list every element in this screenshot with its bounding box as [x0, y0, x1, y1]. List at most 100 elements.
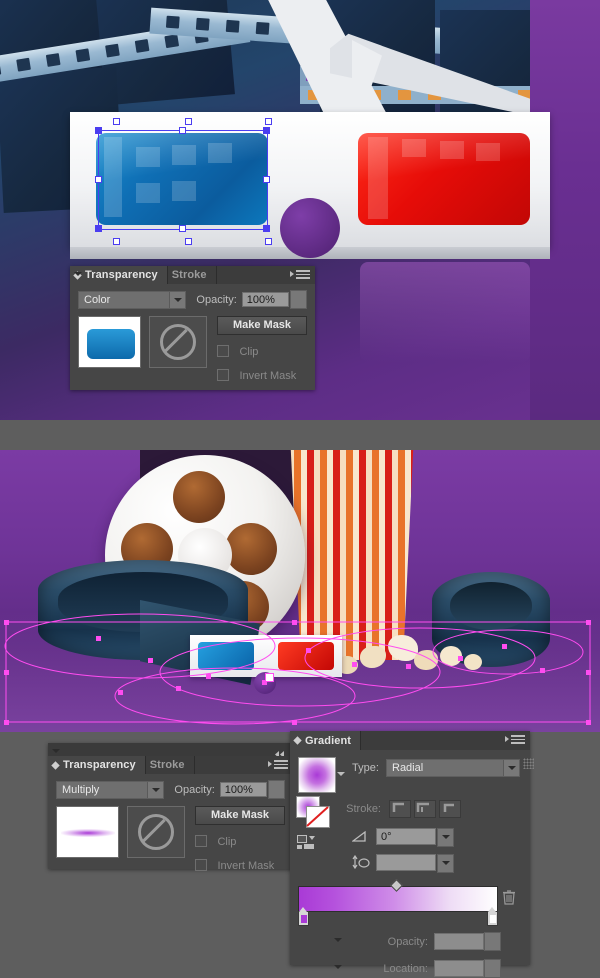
selection-handle[interactable]: [179, 225, 186, 232]
clip-checkbox[interactable]: [195, 834, 207, 847]
anchor-point: [586, 670, 591, 675]
invert-mask-checkbox[interactable]: [217, 368, 229, 381]
fill-and-stroke-indicator[interactable]: [296, 796, 330, 828]
panel-tab-bar[interactable]: Transparency Stroke: [48, 756, 293, 774]
selection-bounding-box[interactable]: [98, 130, 268, 230]
stop-location-label: Location:: [383, 962, 428, 975]
selection-handle-outer[interactable]: [185, 118, 192, 125]
anchor-point: [352, 662, 357, 667]
anchor-point: [96, 636, 101, 641]
panel-body: Color Opacity: 100% Make Mask Clip Inver…: [70, 284, 315, 392]
panel-body: Type: Radial Stroke: 0° Opacity: Locatio…: [290, 750, 534, 978]
panel-tab-bar[interactable]: Gradient: [290, 731, 530, 750]
anchor-point: [540, 668, 545, 673]
gradient-slider[interactable]: [298, 879, 498, 926]
selection-handle[interactable]: [179, 127, 186, 134]
gradient-angle-input[interactable]: 0°: [376, 828, 436, 845]
center-point: [265, 673, 274, 682]
panel-grip-icon: [51, 760, 60, 770]
selection-handle[interactable]: [263, 225, 270, 232]
chevron-down-icon[interactable]: [147, 781, 164, 798]
mask-thumbnail[interactable]: [127, 806, 185, 858]
opacity-stepper-icon[interactable]: [484, 932, 501, 951]
selection-handle[interactable]: [263, 176, 270, 183]
object-thumbnail[interactable]: [78, 316, 142, 368]
clip-checkbox[interactable]: [217, 344, 229, 357]
opacity-label: Opacity:: [196, 293, 237, 306]
stop-opacity-label: Opacity:: [387, 935, 428, 948]
anchor-point: [458, 656, 463, 661]
gradient-type-select[interactable]: Radial: [386, 759, 520, 777]
gradient-preview-swatch[interactable]: [298, 757, 336, 793]
selection-handle[interactable]: [95, 225, 102, 232]
tab-label: Stroke: [149, 759, 185, 771]
opacity-input[interactable]: 100%: [241, 292, 290, 307]
gradient-aspect-input[interactable]: [376, 854, 436, 871]
aspect-stepper-icon[interactable]: [437, 854, 454, 873]
selection-handle-outer[interactable]: [265, 118, 272, 125]
collapse-to-icons-icon[interactable]: [272, 746, 288, 758]
chevron-down-icon[interactable]: [503, 760, 519, 776]
gradient-fill-type-icon[interactable]: [296, 834, 326, 850]
selection-handle-outer[interactable]: [185, 238, 192, 245]
panel-menu-icon[interactable]: [505, 735, 525, 745]
panel-menu-icon[interactable]: [268, 760, 288, 770]
resize-grip-icon[interactable]: [523, 758, 534, 769]
anchor-point: [4, 620, 9, 625]
opacity-stepper-icon[interactable]: [268, 780, 285, 799]
anchor-point: [118, 690, 123, 695]
glasses-nose-knob[interactable]: [280, 198, 340, 258]
blend-mode-select[interactable]: Multiply: [56, 780, 165, 799]
transparency-panel-bottom[interactable]: Transparency Stroke Multiply Opacity: 10…: [48, 743, 293, 872]
stroke-within-icon[interactable]: [389, 800, 411, 818]
stop-location-input[interactable]: [434, 960, 484, 977]
anchor-point: [292, 620, 297, 625]
stroke-row: Stroke:: [334, 800, 520, 818]
selection-handle[interactable]: [95, 176, 102, 183]
tab-transparency[interactable]: Transparency: [70, 266, 168, 284]
angle-stepper-icon[interactable]: [437, 828, 454, 847]
chevron-down-icon[interactable]: [337, 772, 345, 776]
selection-handle[interactable]: [95, 127, 102, 134]
gradient-type-value: Radial: [387, 760, 503, 776]
tab-label: Transparency: [63, 759, 136, 771]
lens-red-large[interactable]: [358, 133, 530, 225]
tab-stroke[interactable]: Stroke: [167, 266, 217, 284]
transparency-panel-top[interactable]: Transparency Stroke Color Opacity: 100%: [70, 266, 315, 390]
gradient-panel[interactable]: Gradient Type: Radial Stroke: 0° Opacity…: [290, 731, 534, 978]
invert-mask-label: Invert Mask: [239, 370, 297, 382]
selection-handle[interactable]: [263, 127, 270, 134]
anchor-point: [502, 644, 507, 649]
make-mask-button[interactable]: Make Mask: [217, 316, 307, 335]
mask-thumbnail[interactable]: [149, 316, 207, 368]
selection-handle-outer[interactable]: [265, 238, 272, 245]
panel-menu-icon[interactable]: [290, 270, 310, 280]
panel-drag-bar[interactable]: [48, 743, 293, 758]
blend-mode-select[interactable]: Color: [78, 290, 187, 309]
opacity-stepper-icon[interactable]: [290, 290, 307, 309]
trash-icon[interactable]: [502, 889, 516, 910]
gradient-stop-start[interactable]: [298, 907, 309, 926]
gradient-stop-end[interactable]: [487, 907, 498, 926]
anchor-point: [4, 670, 9, 675]
tab-gradient[interactable]: Gradient: [290, 731, 362, 750]
tab-stroke[interactable]: Stroke: [145, 756, 195, 774]
object-thumbnail[interactable]: [56, 806, 120, 858]
stroke-along-icon[interactable]: [414, 800, 436, 818]
location-stepper-icon[interactable]: [484, 959, 501, 978]
clip-label: Clip: [239, 346, 259, 358]
lens-reflection: [360, 262, 530, 362]
invert-mask-checkbox[interactable]: [195, 858, 207, 871]
tab-label: Transparency: [85, 269, 158, 281]
selection-points-group[interactable]: [0, 450, 600, 732]
selection-handle-outer[interactable]: [113, 118, 120, 125]
tab-transparency[interactable]: Transparency: [48, 756, 146, 774]
chevron-down-icon[interactable]: [169, 291, 186, 308]
gradient-type-row: Type: Radial: [352, 759, 520, 777]
stop-opacity-input[interactable]: [434, 933, 484, 950]
opacity-input[interactable]: 100%: [219, 782, 268, 797]
selection-handle-outer[interactable]: [113, 238, 120, 245]
make-mask-button[interactable]: Make Mask: [195, 806, 285, 825]
stroke-across-icon[interactable]: [439, 800, 461, 818]
panel-tab-bar[interactable]: Transparency Stroke: [70, 266, 315, 284]
